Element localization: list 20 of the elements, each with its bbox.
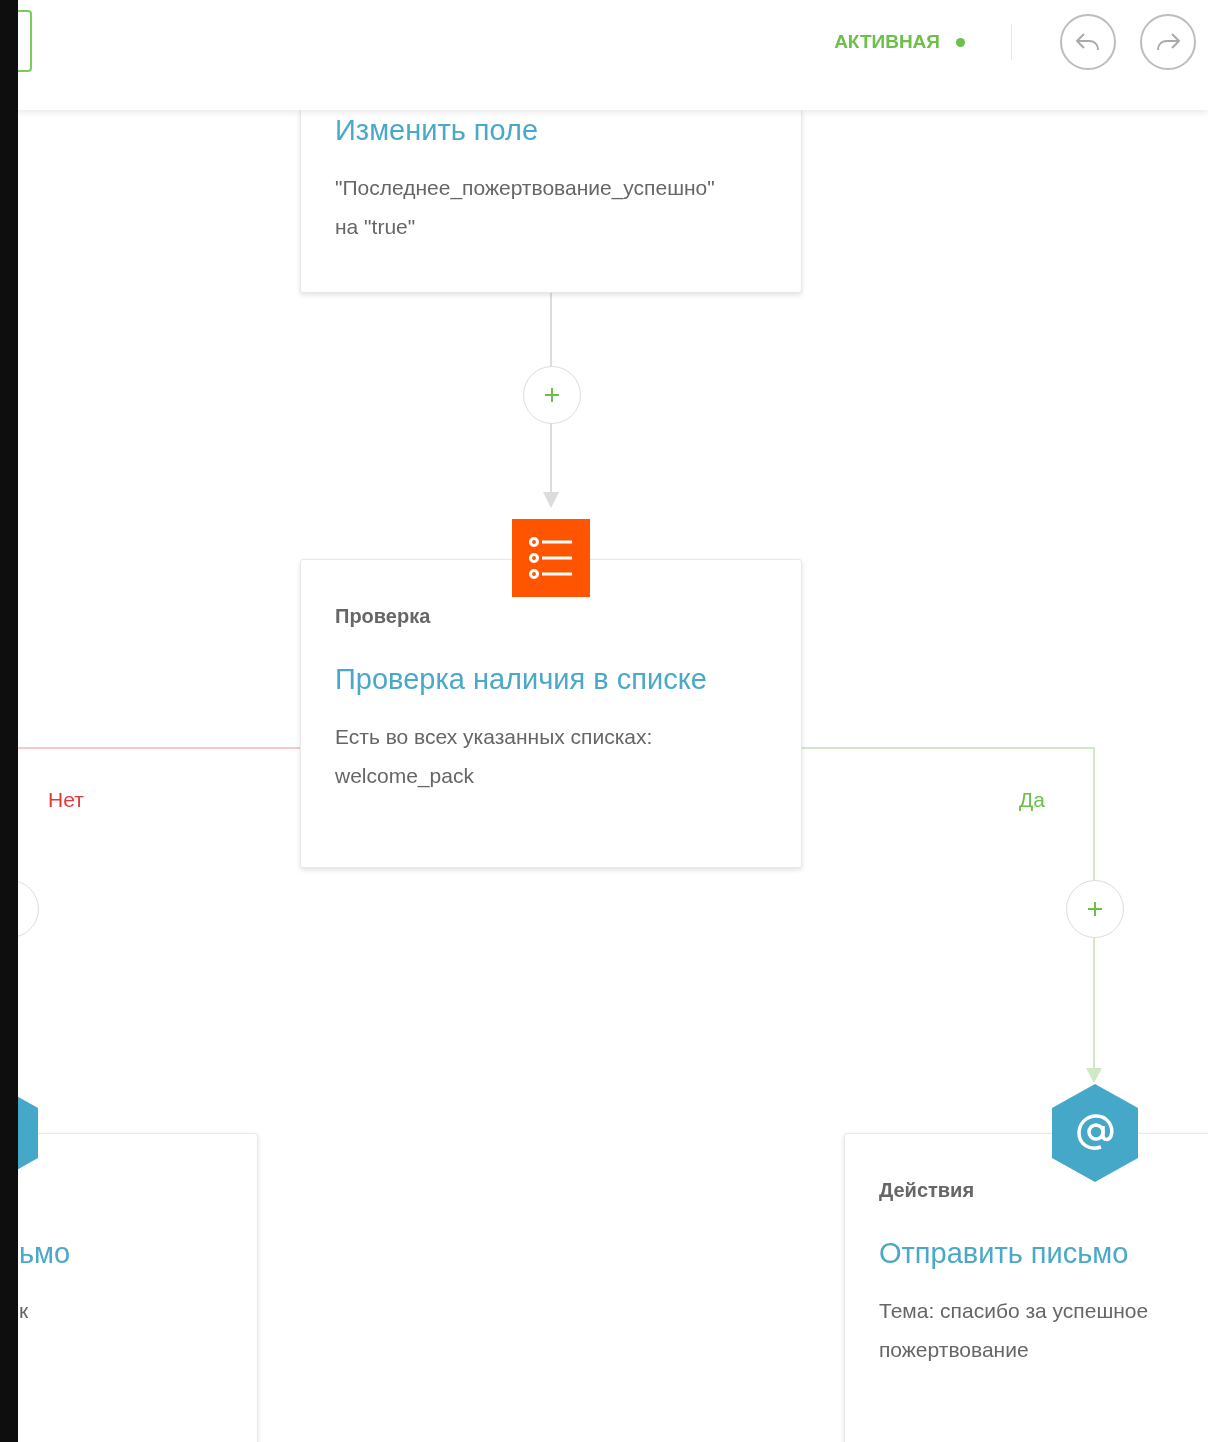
step-card[interactable]: Проверка Проверка наличия в списке Есть во всех указанных списках: welcome_pack	[300, 559, 802, 868]
branch-label: Нет	[48, 788, 84, 812]
step-card[interactable]: Действия Отправить письмо Тема: спасибо за успешное пожертвование	[844, 1133, 1208, 1442]
step-description: Есть во всех указанных списках: welcome_pack	[335, 724, 654, 790]
step-category: Действия	[879, 1178, 976, 1202]
redo-arrow-icon	[1154, 31, 1182, 53]
step-description: к	[19, 1298, 30, 1324]
step-category: Проверка	[335, 604, 432, 628]
branch-label: Да	[1019, 788, 1045, 812]
undo-button[interactable]	[1060, 14, 1116, 70]
step-description: "Последнее_пожертвование_успешно" на "true"	[335, 175, 716, 240]
list-icon	[512, 519, 590, 597]
undo-arrow-icon	[1074, 31, 1102, 53]
status-label: АКТИВНАЯ	[834, 31, 940, 53]
plus-icon	[543, 386, 561, 404]
step-card[interactable]: ьмо к	[18, 1133, 258, 1442]
step-description: Тема: спасибо за успешное пожертвование	[879, 1298, 1150, 1363]
step-card[interactable]: Изменить поле "Последнее_пожертвование_успешно" на "true"	[300, 110, 802, 293]
plus-icon	[1086, 900, 1104, 918]
redo-button[interactable]	[1140, 14, 1196, 70]
